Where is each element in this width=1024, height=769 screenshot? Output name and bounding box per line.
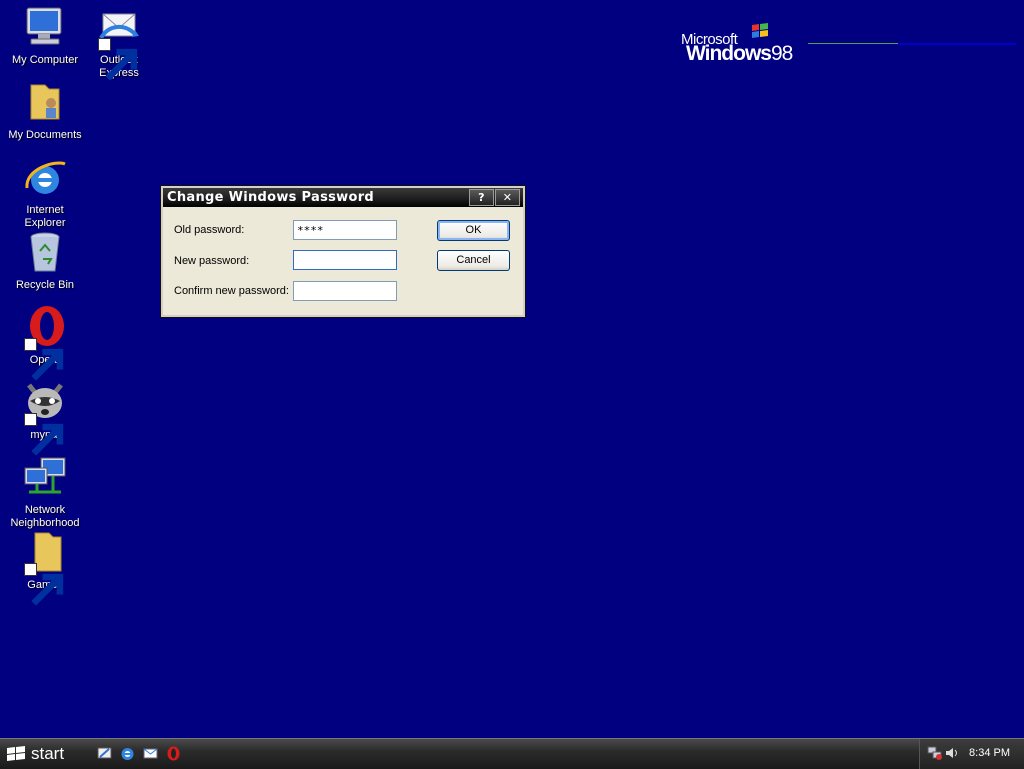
desktop-icon-label: My Computer: [11, 54, 79, 66]
desktop-icon-my-documents[interactable]: My Documents: [5, 79, 85, 142]
old-password-label: Old password:: [174, 224, 245, 236]
outlook-express-icon[interactable]: [142, 745, 159, 762]
network-neighborhood-icon: [21, 454, 69, 502]
confirm-password-field[interactable]: [293, 281, 397, 301]
desktop-icon-games[interactable]: Games: [5, 529, 85, 606]
desktop-icon-label: Internet Explorer: [24, 204, 66, 229]
ok-button[interactable]: OK: [437, 220, 510, 241]
help-button[interactable]: ?: [469, 189, 494, 206]
internet-explorer-icon[interactable]: [119, 745, 136, 762]
volume-icon[interactable]: [944, 745, 960, 761]
logo-divider: [898, 43, 1016, 45]
recycle-bin-icon: [21, 229, 69, 277]
start-label: start: [31, 744, 65, 763]
confirm-password-label: Confirm new password:: [174, 285, 289, 297]
desktop-icon-label: Network Neighborhood: [10, 504, 80, 529]
windows-98-logo: Microsoft Windows98: [680, 20, 1020, 70]
close-button[interactable]: ✕: [495, 189, 520, 206]
shortcut-arrow-icon: [24, 413, 64, 456]
shortcut-arrow-icon: [24, 338, 64, 381]
windows-flag-icon: [752, 23, 768, 38]
desktop-icon-outlook-express[interactable]: Outlook Express: [79, 4, 159, 81]
show-desktop-icon[interactable]: [96, 745, 113, 762]
outlook-express-icon: [95, 4, 143, 81]
desktop-icon-my-computer[interactable]: My Computer: [5, 4, 85, 67]
network-icon[interactable]: [927, 745, 943, 761]
desktop-icon-label: Recycle Bin: [15, 279, 75, 291]
dialog-titlebar[interactable]: Change Windows Password ? ✕: [163, 188, 523, 207]
dialog-title: Change Windows Password: [167, 190, 375, 205]
mypal-raccoon-icon: [21, 379, 69, 456]
new-password-label: New password:: [174, 255, 250, 267]
shortcut-arrow-icon: [24, 563, 64, 606]
cancel-button[interactable]: Cancel: [437, 250, 510, 271]
internet-explorer-icon: [21, 154, 69, 202]
start-button[interactable]: start: [0, 739, 92, 769]
system-tray: 8:34 PM: [919, 739, 1024, 769]
taskbar: start 8:34 PM: [0, 738, 1024, 769]
new-password-field[interactable]: [293, 250, 397, 270]
change-password-dialog: Change Windows Password ? ✕ Old password…: [160, 185, 526, 318]
desktop-icon-recycle-bin[interactable]: Recycle Bin: [5, 229, 85, 292]
desktop-icon-mypal[interactable]: mypal: [5, 379, 85, 456]
windows-flag-icon: [7, 746, 25, 761]
shortcut-arrow-icon: [98, 38, 138, 81]
desktop-icon-network-neighborhood[interactable]: Network Neighborhood: [5, 454, 85, 530]
logo-windows-text: Windows98: [686, 42, 793, 65]
opera-icon: [21, 304, 69, 381]
logo-divider: [808, 43, 898, 44]
desktop-icon-label: My Documents: [8, 129, 82, 141]
clock[interactable]: 8:34 PM: [969, 747, 1010, 759]
opera-icon[interactable]: [165, 745, 182, 762]
my-documents-icon: [21, 79, 69, 127]
games-folder-icon: [21, 529, 69, 606]
old-password-field[interactable]: [293, 220, 397, 240]
desktop-icon-internet-explorer[interactable]: Internet Explorer: [5, 154, 85, 230]
my-computer-icon: [21, 4, 69, 52]
desktop-icon-opera[interactable]: Opera: [5, 304, 85, 381]
